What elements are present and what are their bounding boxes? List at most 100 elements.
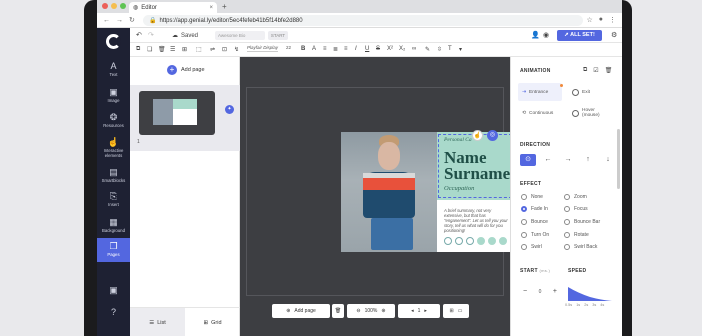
sidebar-item-pages[interactable]: ❐ Pages bbox=[97, 238, 130, 262]
highlighter-icon[interactable]: ✎ bbox=[425, 46, 430, 53]
panel-scrollbar[interactable] bbox=[617, 129, 620, 189]
zoom-out-icon[interactable]: ⊖ bbox=[356, 308, 360, 314]
redo-icon[interactable]: ↷ bbox=[148, 31, 154, 39]
maximize-window-button[interactable] bbox=[120, 3, 126, 9]
underline-icon[interactable]: U bbox=[365, 46, 369, 52]
social-icon-2[interactable] bbox=[455, 237, 463, 245]
back-arrow-icon[interactable]: ← bbox=[103, 17, 110, 24]
effect-bounce-bar-radio[interactable]: Bounce Bar bbox=[564, 219, 600, 225]
add-page-button[interactable]: + Add page bbox=[167, 65, 205, 75]
direction-center-button[interactable]: ⊙ bbox=[520, 154, 536, 166]
plus-icon[interactable]: + bbox=[553, 288, 557, 295]
line-height-icon[interactable]: ⇳ bbox=[437, 46, 442, 53]
gear-icon[interactable]: ⚙ bbox=[611, 31, 617, 39]
sidebar-help-button[interactable]: ? bbox=[97, 300, 130, 324]
sidebar-item-interactive-elements[interactable]: ☝ Interactive elements bbox=[97, 136, 130, 160]
forward-arrow-icon[interactable]: → bbox=[116, 17, 123, 24]
sidebar-item-smartblocks[interactable]: ▤ Smartblocks bbox=[97, 164, 130, 188]
font-family-select[interactable]: Playfair Display bbox=[247, 45, 279, 52]
lock-element-icon[interactable]: ⊡ bbox=[222, 46, 227, 53]
effect-rotate-radio[interactable]: Rotate bbox=[564, 232, 589, 238]
effect-turn-on-radio[interactable]: Turn On bbox=[521, 232, 549, 238]
text-color-icon[interactable]: A bbox=[312, 46, 316, 52]
reload-icon[interactable]: ↻ bbox=[129, 16, 135, 24]
profile-icon[interactable]: ● bbox=[599, 16, 603, 24]
star-icon[interactable]: ☆ bbox=[586, 16, 592, 24]
align-left-icon[interactable]: ≡ bbox=[344, 46, 348, 52]
font-size-select[interactable]: 22 bbox=[286, 45, 291, 50]
hand-icon[interactable]: ☝ bbox=[472, 130, 483, 141]
sidebar-item-image[interactable]: ▣ Image bbox=[97, 84, 130, 108]
social-icon-3[interactable] bbox=[466, 237, 474, 245]
editor-canvas[interactable]: Personal Ca Name Surname Occupation A br… bbox=[240, 57, 512, 336]
effect-bounce-radio[interactable]: Bounce bbox=[521, 219, 548, 225]
exit-button[interactable]: Exit bbox=[568, 83, 612, 101]
group-icon[interactable]: ⬚ bbox=[196, 46, 202, 53]
copy-icon[interactable]: ⧉ bbox=[136, 46, 140, 53]
user-icon[interactable]: 👤 bbox=[531, 31, 540, 39]
save-animation-icon[interactable]: ☑ bbox=[593, 67, 598, 74]
url-field[interactable]: 🔒 https://app.genial.ly/editor/5ec4fefeb… bbox=[143, 15, 583, 26]
effect-fade-in-radio[interactable]: Fade In bbox=[521, 206, 548, 212]
zoom-in-icon[interactable]: ⊕ bbox=[381, 308, 385, 314]
social-icon-4[interactable] bbox=[477, 237, 485, 245]
social-icon-1[interactable] bbox=[444, 237, 452, 245]
flip-icon[interactable]: ⇌ bbox=[210, 46, 215, 53]
single-view-icon[interactable]: ▭ bbox=[458, 308, 463, 314]
artboard[interactable]: Personal Ca Name Surname Occupation A br… bbox=[341, 130, 512, 252]
sidebar-item-insert[interactable]: ⎘ Insert bbox=[97, 188, 130, 212]
hover-button[interactable]: Hover (mouse) bbox=[568, 104, 612, 122]
portrait-photo[interactable] bbox=[341, 132, 437, 252]
entrance-button[interactable]: ⇥ Entrance bbox=[518, 83, 562, 101]
animation-icon[interactable]: ↯ bbox=[234, 46, 239, 53]
link-icon[interactable]: ∞ bbox=[412, 46, 416, 52]
summary-text[interactable]: A brief summary, not very extensive, but… bbox=[444, 208, 508, 233]
new-tab-button[interactable]: + bbox=[222, 2, 227, 11]
start-value[interactable]: 0 bbox=[539, 289, 542, 295]
start-button[interactable]: START bbox=[268, 31, 288, 40]
tab-close-icon[interactable]: × bbox=[209, 5, 213, 11]
speed-curve[interactable] bbox=[568, 285, 612, 301]
close-window-button[interactable] bbox=[102, 3, 108, 9]
sidebar-briefcase-button[interactable]: ▣ bbox=[97, 278, 130, 302]
page-thumbnail-row[interactable]: ✦ 1 bbox=[130, 85, 240, 151]
bold-icon[interactable]: B bbox=[301, 46, 305, 52]
social-icon-5[interactable] bbox=[488, 237, 496, 245]
tab-list[interactable]: ☰ List bbox=[130, 308, 185, 336]
sidebar-item-resources[interactable]: ❂ Resources bbox=[97, 109, 130, 133]
minimize-window-button[interactable] bbox=[111, 3, 117, 9]
magic-wand-icon[interactable]: ✦ bbox=[225, 105, 234, 114]
effect-zoom-radio[interactable]: Zoom bbox=[564, 194, 587, 200]
delete-page-button[interactable]: 🗑 bbox=[332, 304, 344, 318]
add-page-bottom-button[interactable]: ⊕ Add page bbox=[272, 304, 330, 318]
layers-icon[interactable]: ☰ bbox=[170, 46, 175, 53]
duplicate-icon[interactable]: ❏ bbox=[147, 46, 152, 53]
format-dropdown-icon[interactable]: ▾ bbox=[459, 46, 462, 53]
continuous-button[interactable]: ⟲ Continuous bbox=[518, 104, 562, 122]
bullet-list-icon[interactable]: ≡ bbox=[323, 46, 327, 52]
strikethrough-icon[interactable]: S bbox=[376, 46, 380, 52]
preview-eye-icon[interactable]: ◉ bbox=[543, 31, 549, 39]
menu-dots-icon[interactable]: ⋮ bbox=[609, 16, 616, 24]
page-thumbnail[interactable] bbox=[139, 91, 215, 135]
sidebar-item-text[interactable]: A Text bbox=[97, 58, 130, 82]
text-style-icon[interactable]: T bbox=[448, 46, 452, 52]
copy-animation-icon[interactable]: ⧉ bbox=[583, 67, 587, 74]
settings-circle-icon[interactable]: ◎ bbox=[487, 130, 498, 141]
prev-page-icon[interactable]: ◂ bbox=[411, 308, 414, 314]
all-set-button[interactable]: ➚ ALL SET! bbox=[557, 30, 602, 41]
current-page-value[interactable]: 1 bbox=[418, 308, 421, 314]
direction-down-button[interactable]: ↓ bbox=[600, 154, 616, 166]
direction-right-button[interactable]: → bbox=[560, 154, 576, 166]
undo-icon[interactable]: ↶ bbox=[136, 31, 142, 39]
genially-logo-icon[interactable] bbox=[106, 34, 121, 49]
subscript-icon[interactable]: X₂ bbox=[399, 46, 405, 52]
numbered-list-icon[interactable]: ≣ bbox=[333, 46, 338, 53]
effect-focus-radio[interactable]: Focus bbox=[564, 206, 588, 212]
italic-icon[interactable]: I bbox=[355, 46, 357, 52]
grid-view-icon[interactable]: ⊞ bbox=[450, 308, 454, 314]
next-page-icon[interactable]: ▸ bbox=[424, 308, 427, 314]
effect-swirl-radio[interactable]: Swirl bbox=[521, 244, 542, 250]
delete-icon[interactable]: 🗑 bbox=[158, 46, 166, 53]
direction-up-button[interactable]: ↑ bbox=[580, 154, 596, 166]
